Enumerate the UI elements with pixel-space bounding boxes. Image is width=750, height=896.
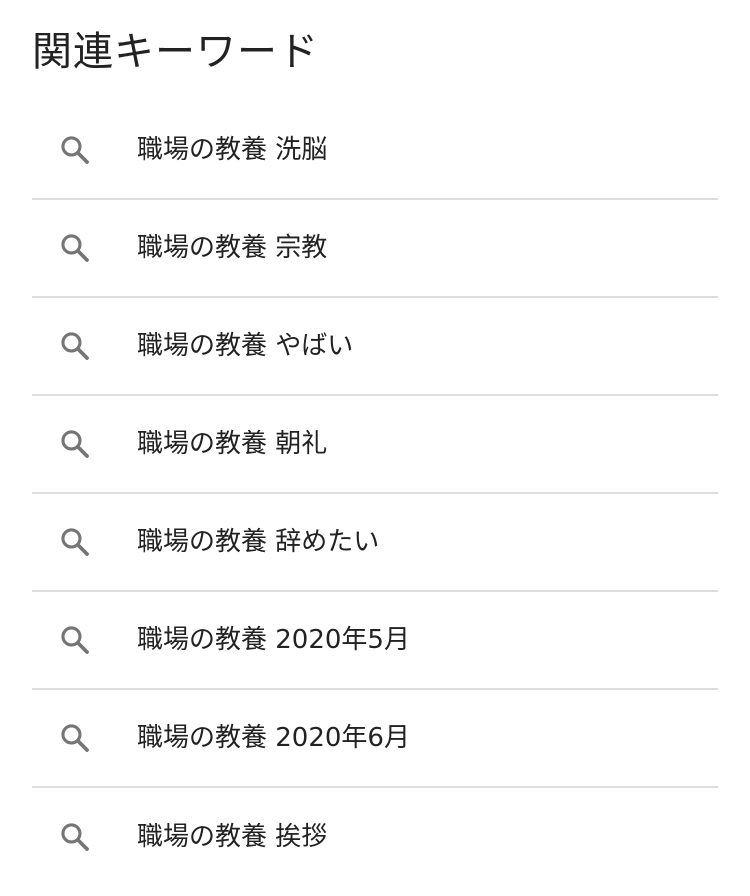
related-keyword-item[interactable]: 職場の教養 挨拶 xyxy=(32,788,718,886)
search-icon xyxy=(58,721,92,755)
related-keyword-item[interactable]: 職場の教養 やばい xyxy=(32,298,718,396)
search-icon xyxy=(58,623,92,657)
search-icon xyxy=(58,231,92,265)
search-icon xyxy=(58,525,92,559)
related-keyword-label: 職場の教養 2020年6月 xyxy=(137,723,410,753)
related-keyword-label: 職場の教養 2020年5月 xyxy=(137,625,410,655)
related-keyword-label: 職場の教養 やばい xyxy=(137,331,354,361)
related-keywords-section: 関連キーワード 職場の教養 洗脳 職場の教養 宗教 職場の教養 やばい 職場の教… xyxy=(0,0,750,896)
related-keyword-label: 職場の教養 宗教 xyxy=(137,233,328,263)
related-keyword-label: 職場の教養 洗脳 xyxy=(137,135,328,165)
related-keyword-item[interactable]: 職場の教養 2020年5月 xyxy=(32,592,718,690)
related-keyword-item[interactable]: 職場の教養 洗脳 xyxy=(32,102,718,200)
related-keyword-label: 職場の教養 辞めたい xyxy=(137,527,380,557)
search-icon xyxy=(58,329,92,363)
section-title: 関連キーワード xyxy=(32,29,319,75)
related-keyword-item[interactable]: 職場の教養 辞めたい xyxy=(32,494,718,592)
search-icon xyxy=(58,133,92,167)
related-keyword-item[interactable]: 職場の教養 宗教 xyxy=(32,200,718,298)
related-keyword-list: 職場の教養 洗脳 職場の教養 宗教 職場の教養 やばい 職場の教養 朝礼 職場の… xyxy=(32,102,718,886)
related-keyword-item[interactable]: 職場の教養 2020年6月 xyxy=(32,690,718,788)
related-keyword-label: 職場の教養 挨拶 xyxy=(137,822,328,852)
related-keyword-item[interactable]: 職場の教養 朝礼 xyxy=(32,396,718,494)
related-keyword-label: 職場の教養 朝礼 xyxy=(137,429,328,459)
search-icon xyxy=(58,820,92,854)
search-icon xyxy=(58,427,92,461)
